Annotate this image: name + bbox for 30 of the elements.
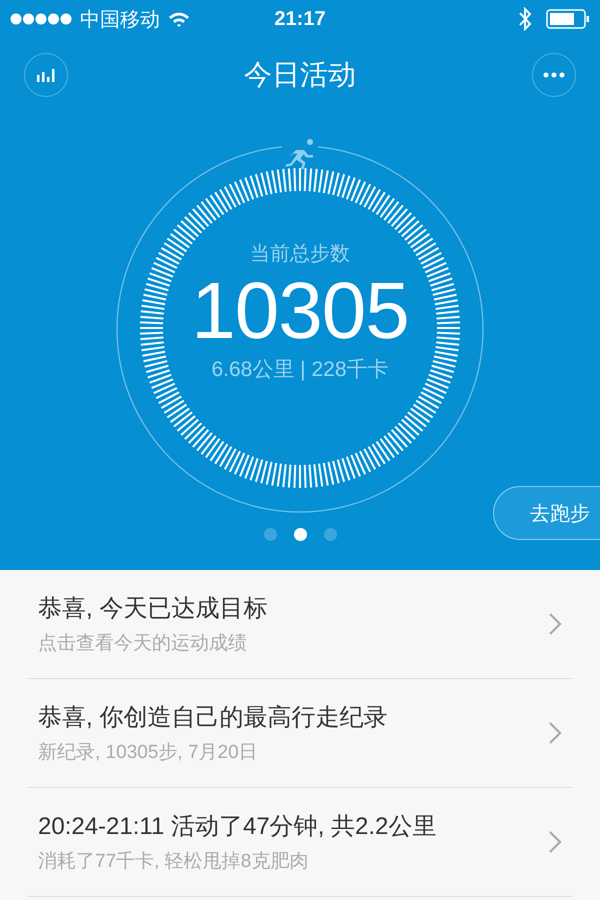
item-title: 恭喜, 你创造自己的最高行走纪录 — [38, 703, 388, 733]
chevron-icon — [548, 721, 562, 745]
list-item[interactable]: 恭喜, 你创造自己的最高行走纪录 新纪录, 10305步, 7月20日 — [28, 679, 572, 788]
signal-icon — [10, 13, 72, 25]
more-button[interactable] — [532, 53, 576, 97]
more-icon — [543, 72, 565, 78]
wifi-icon — [168, 10, 190, 28]
bar-chart-icon — [36, 67, 56, 83]
chevron-icon — [548, 830, 562, 854]
runner-icon — [286, 139, 313, 170]
step-count: 10305 — [191, 267, 409, 355]
item-title: 恭喜, 今天已达成目标 — [38, 594, 268, 624]
item-subtitle: 消耗了77千卡, 轻松甩掉8克肥肉 — [38, 850, 310, 874]
bluetooth-icon — [518, 7, 532, 31]
distance-calories: 6.68公里 | 228千卡 — [211, 357, 389, 383]
list-item[interactable]: 恭喜, 今天已达成目标 点击查看今天的运动成绩 — [28, 570, 572, 679]
clock-time: 21:17 — [274, 8, 326, 30]
item-subtitle: 新纪录, 10305步, 7月20日 — [38, 741, 259, 765]
item-subtitle: 点击查看今天的运动成绩 — [38, 632, 248, 656]
steps-label: 当前总步数 — [250, 242, 350, 267]
chevron-icon — [548, 612, 562, 636]
list-item[interactable]: 20:24-21:11 活动了47分钟, 共2.2公里 消耗了77千卡, 轻松甩掉8克肥肉 — [28, 788, 572, 897]
page-title: 今日活动 — [244, 58, 356, 92]
page-dot[interactable] — [294, 528, 306, 541]
carrier-name: 中国移动 — [80, 8, 160, 32]
battery-icon — [546, 9, 590, 29]
page-dot[interactable] — [324, 528, 336, 541]
item-title: 20:24-21:11 活动了47分钟, 共2.2公里 — [38, 812, 438, 842]
page-dot[interactable] — [264, 528, 276, 541]
stats-button[interactable] — [24, 53, 68, 97]
